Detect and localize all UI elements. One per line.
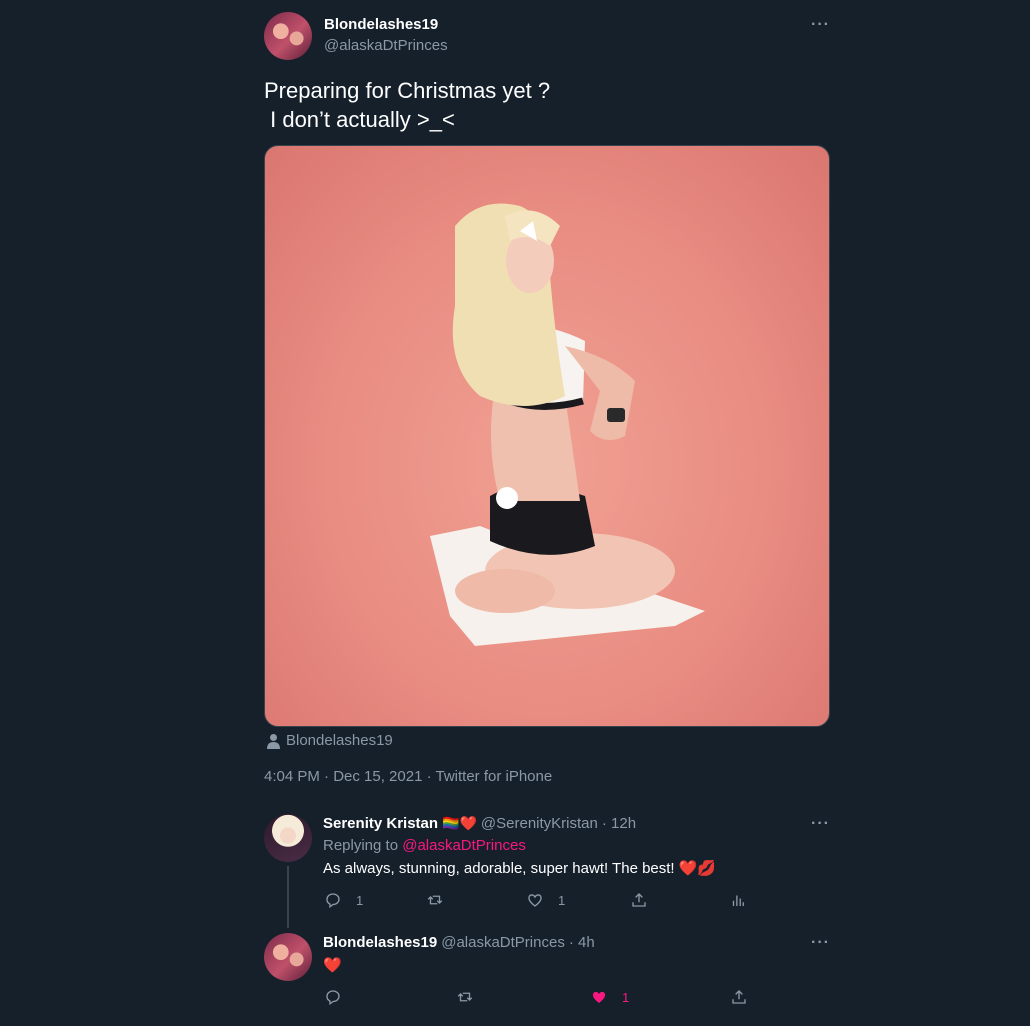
reply2-display-name[interactable]: Blondelashes19 (323, 934, 437, 951)
analytics-button[interactable] (729, 891, 747, 909)
comment-icon (326, 990, 340, 1006)
reply-button[interactable]: 1 (324, 891, 363, 909)
author-handle[interactable]: @alaskaDtPrinces (324, 37, 448, 54)
replying-to-label: Replying to (323, 837, 399, 854)
retweet-icon (457, 992, 473, 1002)
thread-connector-line (287, 866, 289, 928)
reply2-header: Blondelashes19 @alaskaDtPrinces · 4h (323, 934, 595, 951)
reply2-like-count: 1 (622, 989, 630, 1005)
author-display-name[interactable]: Blondelashes19 (324, 16, 438, 33)
reply2-handle[interactable]: @alaskaDtPrinces (441, 934, 565, 951)
reply-count: 1 (356, 892, 364, 908)
reply-handle[interactable]: @SerenityKristan (481, 815, 598, 832)
comment-icon (326, 893, 340, 909)
author-avatar[interactable] (264, 12, 312, 60)
share-button[interactable] (630, 891, 648, 909)
more-options-button[interactable]: ··· (811, 16, 830, 34)
share-icon (632, 893, 646, 907)
share-icon (732, 990, 746, 1004)
replying-to-handle[interactable]: @alaskaDtPrinces (402, 837, 526, 854)
reply-header: Serenity Kristan 🏳️‍🌈❤️ @SerenityKristan… (323, 815, 636, 832)
reply2-like-button[interactable]: 1 (590, 988, 629, 1006)
retweet-button[interactable] (426, 891, 458, 909)
reply-text: As always, stunning, adorable, super haw… (323, 860, 717, 877)
reply2-time[interactable]: · 4h (569, 934, 595, 951)
name-emoji: 🏳️‍🌈❤️ (442, 815, 477, 831)
tweet-photo[interactable] (264, 145, 830, 727)
photo-illustration (430, 203, 705, 646)
reply2-more-options-button[interactable]: ··· (811, 934, 830, 952)
tagged-user-name: Blondelashes19 (286, 732, 393, 749)
heart-icon (528, 894, 542, 907)
reply-time[interactable]: · 12h (602, 815, 636, 832)
tweet-timestamp[interactable]: 4:04 PM · Dec 15, 2021 · Twitter for iPh… (264, 768, 552, 785)
like-count: 1 (558, 892, 566, 908)
tagged-user-row[interactable]: Blondelashes19 (267, 732, 393, 749)
replying-to-line: Replying to @alaskaDtPrinces (323, 837, 526, 854)
reply-more-options-button[interactable]: ··· (811, 815, 830, 833)
retweet-icon (427, 895, 443, 905)
tweet-text: Preparing for Christmas yet ? I don’t ac… (264, 78, 551, 132)
like-button[interactable]: 1 (526, 891, 565, 909)
reply-avatar-author[interactable] (264, 933, 312, 981)
analytics-icon (732, 895, 744, 906)
reply2-text: ❤️ (323, 957, 342, 974)
reply-avatar-serenity[interactable] (264, 814, 312, 862)
heart-filled-icon (592, 991, 606, 1003)
reply2-retweet-button[interactable] (456, 988, 488, 1006)
reply2-share-button[interactable] (730, 988, 748, 1006)
reply2-reply-button[interactable] (324, 988, 356, 1006)
person-icon (267, 733, 280, 749)
reply-display-name[interactable]: Serenity Kristan (323, 815, 438, 832)
